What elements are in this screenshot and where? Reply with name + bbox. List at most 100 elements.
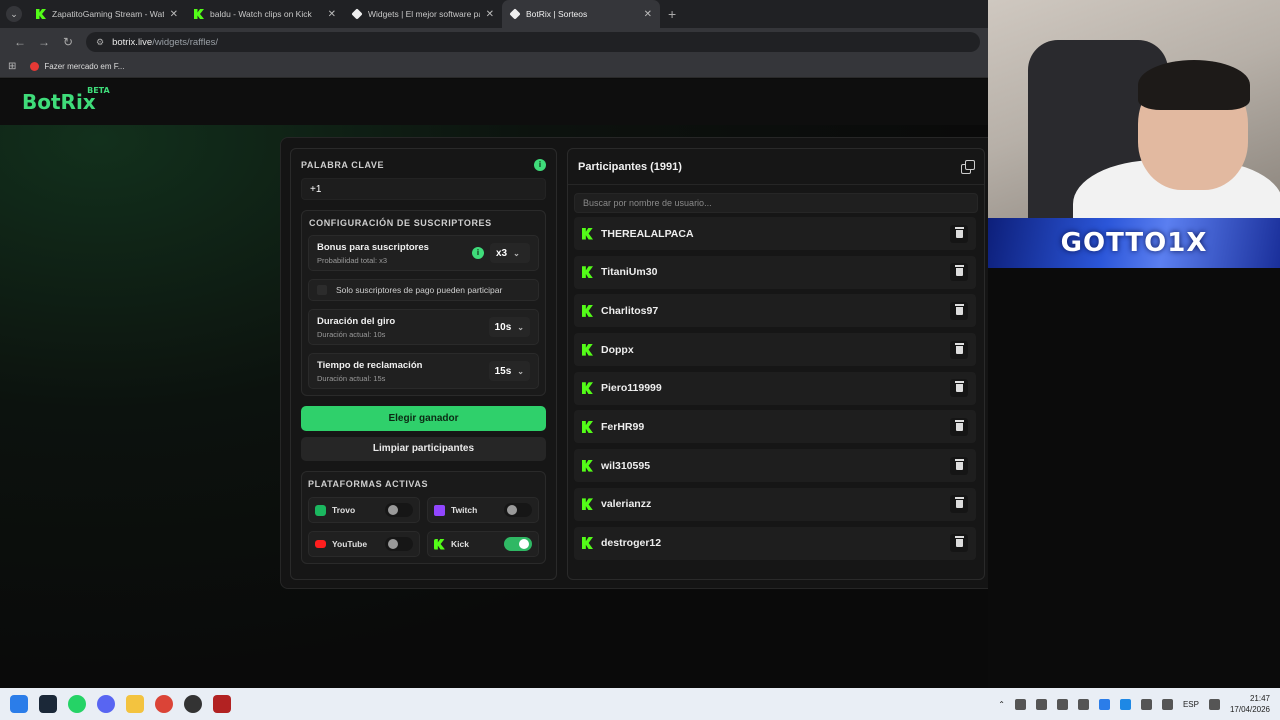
close-icon[interactable]: ✕ xyxy=(644,9,652,20)
tab-title: BotRix | Sorteos xyxy=(526,9,588,19)
bonus-select[interactable]: x3 ⌄ xyxy=(490,243,530,263)
participant-list: THEREALALPACA TitaniUm30 Charlitos97 Doppx P… xyxy=(568,217,984,560)
trovo-icon xyxy=(315,504,326,516)
language-indicator[interactable]: ESP xyxy=(1183,700,1199,709)
kick-toggle[interactable] xyxy=(504,537,532,551)
subscriber-config-section: CONFIGURACIÓN DE SUSCRIPTORES Bonus para… xyxy=(301,210,546,396)
copy-icon[interactable] xyxy=(961,160,975,174)
bookmark-icon xyxy=(30,62,40,71)
active-platforms-section: PLATAFORMAS ACTIVAS Trovo Twitch YouTube… xyxy=(301,471,546,564)
participant-username: Charlitos97 xyxy=(601,304,659,317)
participant-row: THEREALALPACA xyxy=(574,217,976,250)
chevron-up-icon[interactable]: ⌃ xyxy=(998,700,1005,709)
chevron-down-icon: ⌄ xyxy=(517,366,524,376)
volume-icon[interactable] xyxy=(1208,698,1220,710)
info-icon[interactable]: i xyxy=(534,159,546,171)
clock[interactable]: 21:47 17/04/2026 xyxy=(1230,693,1270,715)
close-icon[interactable]: ✕ xyxy=(170,9,178,20)
whatsapp-icon[interactable] xyxy=(68,695,86,713)
participants-panel: Participantes (1991) Buscar por nombre d… xyxy=(567,148,985,580)
beta-badge: BETA xyxy=(87,86,110,95)
participant-row: TitaniUm30 xyxy=(574,255,976,289)
chevron-down-icon: ⌄ xyxy=(517,322,524,332)
file-explorer-icon[interactable] xyxy=(126,695,144,713)
select-value: 10s xyxy=(494,321,512,333)
clear-participants-button[interactable]: Limpiar participantes xyxy=(301,437,546,461)
steam-icon[interactable] xyxy=(39,695,57,713)
keyword-input[interactable]: +1 xyxy=(301,178,546,200)
select-value: x3 xyxy=(496,247,508,259)
close-icon[interactable]: ✕ xyxy=(328,9,336,20)
tray-app-icon[interactable] xyxy=(1014,698,1026,710)
tray-app-icon[interactable] xyxy=(1035,698,1047,710)
kick-icon xyxy=(582,266,593,279)
kick-icon xyxy=(194,9,204,19)
browser-tab[interactable]: Widgets | El mejor software para ✕ xyxy=(344,0,502,28)
twitch-toggle[interactable] xyxy=(504,503,532,517)
option-subtitle: Duración actual: 10s xyxy=(317,329,386,339)
botrix-icon xyxy=(351,8,363,20)
raffle-settings: PALABRA CLAVE i +1 CONFIGURACIÓN DE SUSC… xyxy=(290,148,557,580)
reload-icon[interactable]: ↻ xyxy=(56,35,80,49)
clock-date: 17/04/2026 xyxy=(1229,705,1270,714)
forward-icon[interactable]: → xyxy=(32,35,56,49)
trash-icon[interactable] xyxy=(950,224,968,243)
address-bar: ← → ↻ ⚙ botrix.live/widgets/raffles/ xyxy=(0,28,988,56)
browser-tab[interactable]: ZapatitoGaming Stream - Watch ✕ xyxy=(28,0,186,28)
bluetooth-icon[interactable] xyxy=(1119,698,1131,710)
back-icon[interactable]: ← xyxy=(8,35,32,49)
close-icon[interactable]: ✕ xyxy=(486,9,494,20)
kick-icon xyxy=(582,537,593,549)
trash-icon[interactable] xyxy=(950,456,968,475)
tab-search-button[interactable]: ⌄ xyxy=(0,0,28,28)
trash-icon[interactable] xyxy=(950,534,968,552)
youtube-icon xyxy=(315,540,326,548)
participant-username: FerHR99 xyxy=(601,420,645,433)
discord-tray-icon[interactable] xyxy=(1140,698,1152,710)
bookmark-item[interactable]: Fazer mercado em F... xyxy=(44,62,124,71)
section-title: PLATAFORMAS ACTIVAS xyxy=(308,479,429,489)
trash-icon[interactable] xyxy=(950,495,968,514)
participant-username: Piero119999 xyxy=(601,382,662,395)
trash-icon[interactable] xyxy=(950,417,968,436)
steam-tray-icon[interactable] xyxy=(1077,698,1089,710)
trash-icon[interactable] xyxy=(950,379,968,398)
trash-icon[interactable] xyxy=(950,340,968,359)
microphone-icon[interactable] xyxy=(1161,698,1173,710)
site-info-icon[interactable]: ⚙ xyxy=(96,37,104,48)
participant-row: valerianzz xyxy=(574,487,976,521)
participant-row: Charlitos97 xyxy=(574,294,976,328)
kick-icon xyxy=(582,382,593,395)
kick-icon xyxy=(434,538,445,550)
trash-icon[interactable] xyxy=(950,263,968,282)
participant-search-input[interactable]: Buscar por nombre de usuario... xyxy=(574,193,978,213)
url-input[interactable]: ⚙ botrix.live/widgets/raffles/ xyxy=(86,32,980,52)
obs-icon[interactable] xyxy=(184,695,202,713)
app-header: BotRix BETA xyxy=(0,79,988,125)
discord-icon[interactable] xyxy=(97,695,115,713)
browser-tab[interactable]: baldu - Watch clips on Kick ✕ xyxy=(186,0,344,28)
trovo-toggle[interactable] xyxy=(385,503,413,517)
new-tab-button[interactable]: + xyxy=(668,6,676,22)
claim-time-select[interactable]: 15s ⌄ xyxy=(488,361,530,381)
clock-time: 21:47 xyxy=(1249,694,1270,703)
tray-app-icon[interactable] xyxy=(1056,698,1068,710)
paid-only-checkbox-row[interactable]: Solo suscriptores de pago pueden partici… xyxy=(308,279,539,301)
pick-winner-button[interactable]: Elegir ganador xyxy=(301,406,546,431)
apps-grid-icon[interactable]: ⊞ xyxy=(8,61,16,72)
windows-start-icon[interactable] xyxy=(10,695,28,713)
chevron-down-icon: ⌄ xyxy=(6,6,22,22)
youtube-toggle[interactable] xyxy=(385,537,413,551)
trash-icon[interactable] xyxy=(950,301,968,320)
tray-app-icon[interactable] xyxy=(1098,698,1110,710)
spin-duration-select[interactable]: 10s ⌄ xyxy=(488,317,530,337)
checkbox-label: Solo suscriptores de pago pueden partici… xyxy=(336,285,503,295)
dota-icon[interactable] xyxy=(213,695,231,713)
select-value: 15s xyxy=(494,365,512,377)
botrix-logo[interactable]: BotRix BETA xyxy=(22,86,110,114)
paid-only-checkbox[interactable] xyxy=(317,285,327,295)
browser-tab-active[interactable]: BotRix | Sorteos ✕ xyxy=(502,0,660,28)
chrome-icon[interactable] xyxy=(155,695,173,713)
windows-taskbar: ⌃ ESP 21:47 17/04/2026 xyxy=(0,688,1280,720)
info-icon[interactable]: i xyxy=(472,247,484,259)
